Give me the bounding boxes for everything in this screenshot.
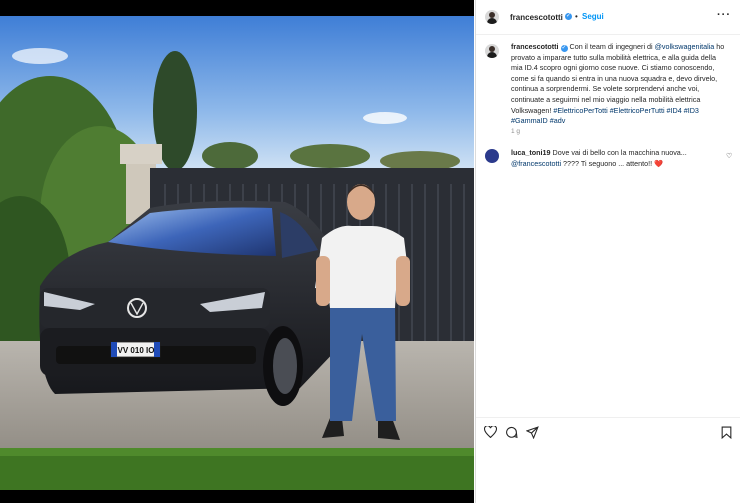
caption-hashtag[interactable]: #ID3 (684, 106, 699, 115)
comment-like-icon[interactable]: ♡ (726, 152, 732, 160)
post-photo[interactable]: VV 010 IO (0, 16, 474, 490)
post-caption: francescototti ✓ Con il team di ingegneri… (511, 42, 729, 127)
instagram-post-view: VV 010 IO francescototti ✓ • Segui ··· f… (0, 0, 740, 503)
heart-icon[interactable] (483, 425, 498, 441)
share-icon[interactable] (525, 426, 539, 442)
verified-badge-icon: ✓ (565, 13, 572, 20)
post-actions-bar (476, 417, 740, 450)
post-header: francescototti ✓ • Segui ··· (476, 0, 740, 35)
bookmark-icon[interactable] (721, 426, 732, 442)
caption-verified-icon: ✓ (560, 45, 568, 52)
caption-text-segment: ho provato a imparare tutto sulla mobili… (511, 42, 725, 115)
caption-hashtag[interactable]: #GammaID (511, 116, 548, 125)
caption-username[interactable]: francescototti (511, 42, 559, 51)
comment-text: Dove vai di bello con la macchina nuova.… (550, 148, 687, 157)
comment-icon[interactable] (505, 426, 518, 442)
caption-hashtag[interactable]: #ID4 (667, 106, 682, 115)
post-time-ago: 1 g (511, 128, 521, 135)
comment-heart-emoji: ❤️ (654, 158, 664, 168)
caption-avatar[interactable] (485, 44, 499, 58)
caption-hashtag[interactable]: #adv (550, 116, 566, 125)
caption-mention[interactable]: @volkswagenitalia (655, 42, 715, 51)
bottom-letterbox (0, 490, 474, 503)
top-letterbox (0, 0, 474, 16)
commenter-avatar[interactable] (485, 149, 499, 163)
follow-button[interactable]: Segui (582, 12, 604, 21)
caption-hashtag[interactable]: #ElettricoPerTotti (553, 106, 607, 115)
comment-text-2: ???? Ti seguono ... attento!! (561, 158, 655, 168)
caption-text-segment: Con il team di ingegneri di (567, 42, 655, 51)
author-avatar[interactable] (485, 10, 499, 24)
header-separator: • (575, 12, 578, 21)
comment-mention[interactable]: @francescototti (511, 159, 561, 168)
caption-text: Con il team di ingegneri di @volkswageni… (511, 42, 724, 125)
post-side-panel: francescototti ✓ • Segui ··· francescoto… (475, 0, 740, 503)
license-plate-text: VV 010 IO (118, 346, 155, 355)
comment-item: luca_toni19 Dove vai di bello con la mac… (511, 148, 711, 169)
more-options-icon[interactable]: ··· (717, 9, 731, 21)
caption-hashtag[interactable]: #ElettricoPerTutti (610, 106, 665, 115)
comment-username[interactable]: luca_toni19 (511, 148, 551, 157)
post-photo-image: VV 010 IO (0, 16, 474, 490)
author-username[interactable]: francescototti (510, 13, 563, 22)
